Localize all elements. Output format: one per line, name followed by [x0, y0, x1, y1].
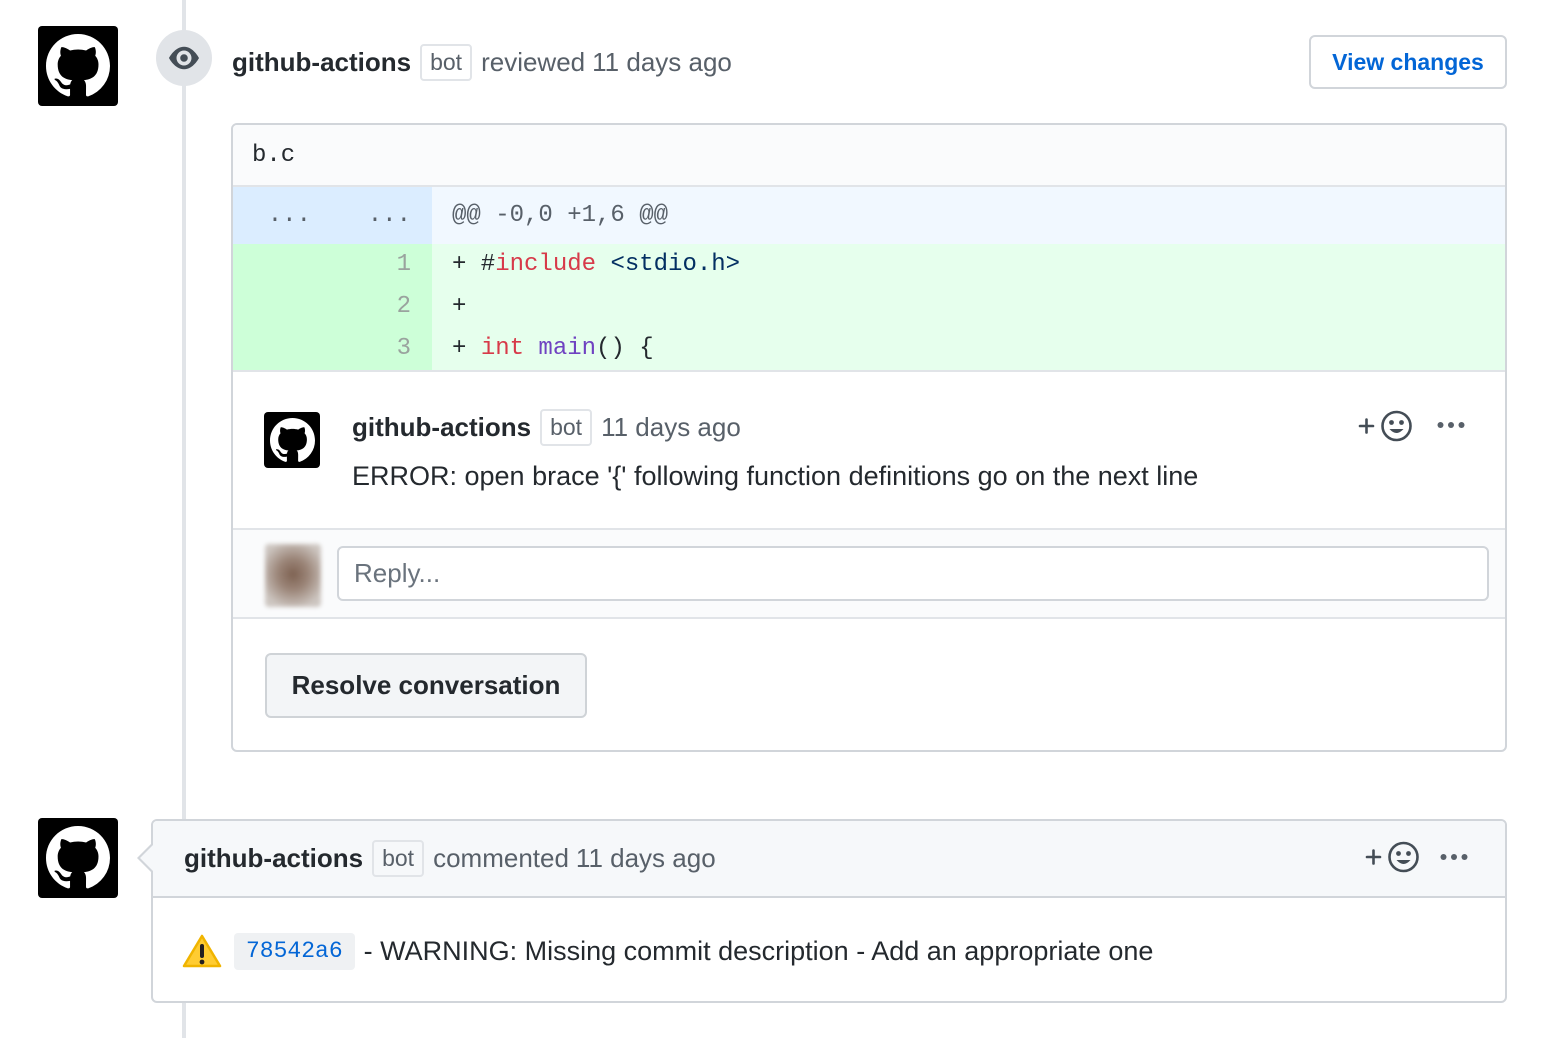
add-reaction-button[interactable]	[1365, 841, 1419, 873]
old-line-number[interactable]	[233, 244, 332, 286]
old-line-number[interactable]	[233, 328, 332, 370]
diff-table: ... ... @@ -0,0 +1,6 @@ 1 + #include <std…	[233, 187, 1505, 372]
code-line: +	[432, 286, 1505, 328]
code-token: +	[452, 293, 467, 320]
review-author-link[interactable]: github-actions	[232, 47, 411, 78]
warning-icon	[182, 934, 222, 968]
diff-line: 3 + int main() {	[233, 328, 1505, 370]
add-reaction-button[interactable]	[1358, 410, 1412, 442]
code-line: + int main() {	[432, 328, 1505, 370]
review-event-badge	[156, 30, 212, 86]
bot-badge: bot	[420, 43, 473, 81]
issue-comment-author-link[interactable]: github-actions	[184, 843, 363, 874]
comment-author-link[interactable]: github-actions	[352, 412, 531, 443]
issue-comment-body: 78542a6 - WARNING: Missing commit descri…	[153, 898, 1505, 1001]
warning-message: 78542a6 - WARNING: Missing commit descri…	[182, 931, 1153, 971]
commit-sha-link[interactable]: 78542a6	[234, 932, 355, 970]
new-line-number[interactable]: 3	[332, 328, 432, 370]
review-comment: github-actions bot 11 days ago ERROR: op…	[233, 372, 1505, 528]
review-timestamp[interactable]: 11 days ago	[592, 47, 732, 78]
code-token: () {	[596, 335, 654, 362]
diff-lines: 1 + #include <stdio.h> 2 +3 + int main() {	[233, 244, 1505, 372]
review-action: reviewed	[481, 46, 586, 77]
reply-input[interactable]	[337, 546, 1489, 601]
comment-header: github-actions bot 11 days ago	[352, 407, 741, 447]
github-mark-icon	[46, 34, 110, 97]
review-header: github-actions bot reviewed 11 days ago	[232, 38, 732, 86]
code-token: include	[495, 251, 597, 278]
new-line-number[interactable]: 1	[332, 244, 432, 286]
hunk-row: ... ... @@ -0,0 +1,6 @@	[233, 187, 1505, 244]
comment-options-button[interactable]	[1437, 421, 1465, 429]
comment-body: ERROR: open brace '{' following function…	[352, 461, 1199, 491]
bot-badge: bot	[372, 839, 425, 877]
code-line: + #include <stdio.h>	[432, 244, 1505, 286]
issue-comment-meta: github-actions bot commented 11 days ago	[184, 838, 716, 878]
issue-comment-timestamp[interactable]: 11 days ago	[576, 843, 716, 874]
github-mark-icon	[46, 826, 110, 889]
code-token: + #	[452, 251, 496, 278]
resolve-area: Resolve conversation	[233, 619, 1505, 750]
review-thread: b.c ... ... @@ -0,0 +1,6 @@ 1 + #include …	[231, 123, 1507, 752]
comment-options-button[interactable]	[1440, 853, 1468, 861]
warning-text: - WARNING: Missing commit description - …	[363, 935, 1154, 966]
diff-line: 1 + #include <stdio.h>	[233, 244, 1505, 286]
resolve-conversation-button[interactable]: Resolve conversation	[265, 653, 587, 718]
github-mark-icon	[269, 417, 315, 462]
hunk-header: @@ -0,0 +1,6 @@	[432, 187, 1505, 244]
hunk-old-line-marker: ...	[233, 187, 332, 244]
comment-author-avatar[interactable]	[264, 412, 320, 468]
kebab-horizontal-icon	[1437, 422, 1465, 428]
view-changes-button[interactable]: View changes	[1309, 35, 1507, 89]
commenter-avatar[interactable]	[38, 818, 118, 898]
issue-comment-header: github-actions bot commented 11 days ago	[153, 821, 1505, 898]
smiley-icon	[1358, 410, 1412, 442]
issue-comment-action: commented	[433, 842, 569, 873]
reviewer-avatar[interactable]	[38, 26, 118, 106]
current-user-avatar	[265, 544, 321, 607]
smiley-icon	[1365, 841, 1419, 873]
hunk-new-line-marker: ...	[332, 187, 432, 244]
code-token: main	[524, 335, 597, 362]
old-line-number[interactable]	[233, 286, 332, 328]
code-token: <stdio.h>	[596, 251, 741, 278]
issue-comment: github-actions bot commented 11 days ago	[137, 819, 1507, 1003]
comment-timestamp[interactable]: 11 days ago	[601, 412, 741, 443]
reply-area	[233, 528, 1505, 619]
diff-line: 2 +	[233, 286, 1505, 328]
new-line-number[interactable]: 2	[332, 286, 432, 328]
code-token: int	[480, 335, 525, 362]
bot-badge: bot	[540, 408, 593, 446]
file-name-link[interactable]: b.c	[252, 142, 295, 169]
code-token: +	[452, 335, 481, 362]
eye-icon	[169, 46, 199, 70]
file-header: b.c	[233, 125, 1505, 187]
kebab-horizontal-icon	[1440, 854, 1468, 860]
